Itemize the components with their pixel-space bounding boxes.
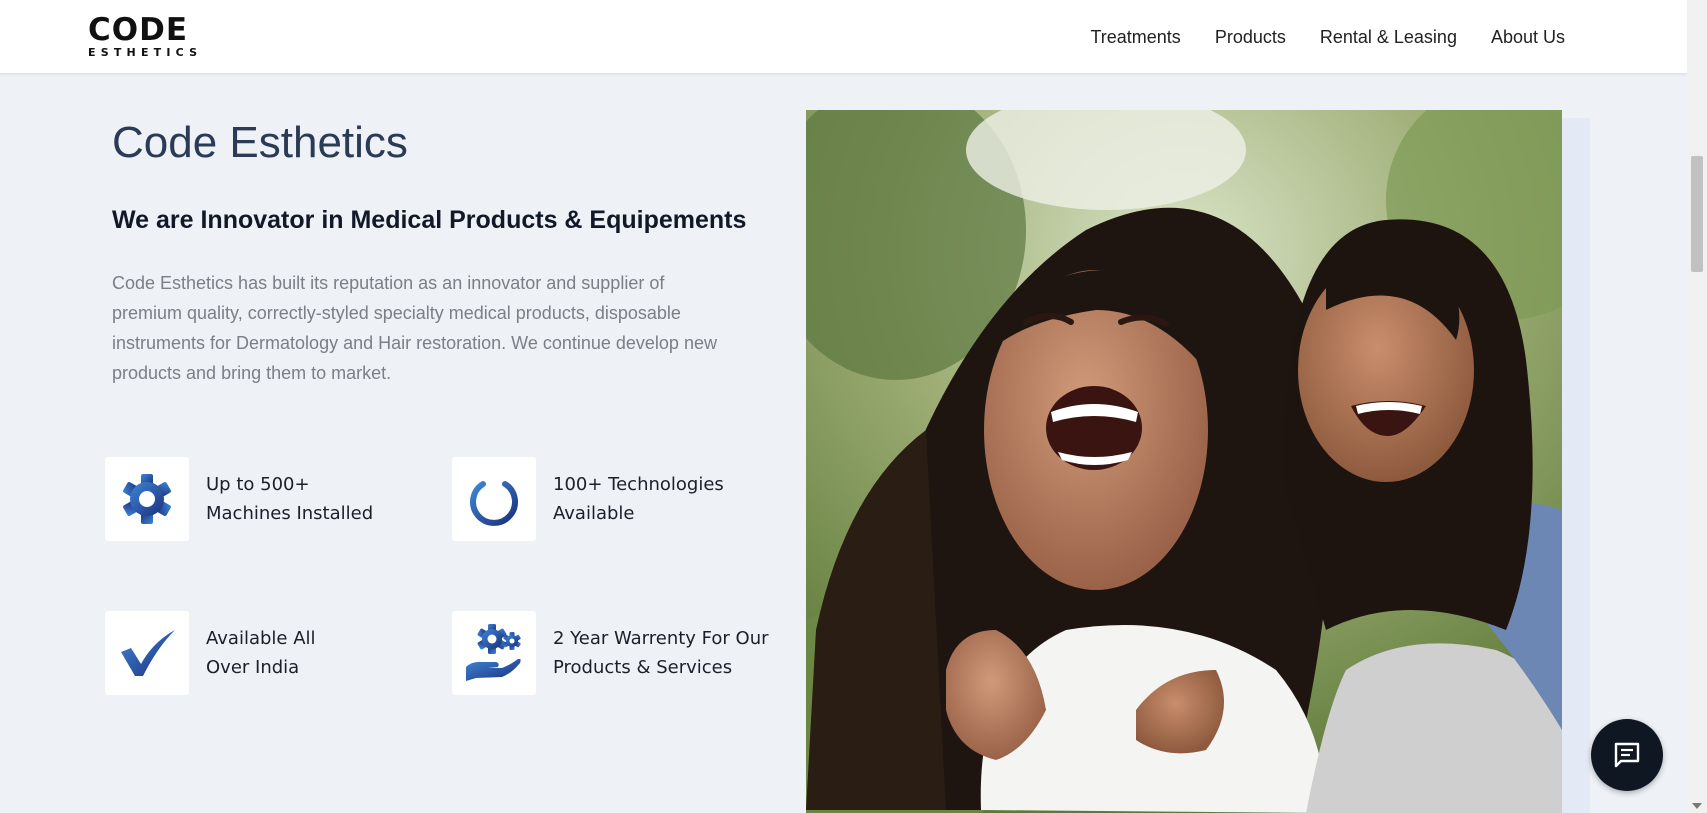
power-icon — [470, 472, 518, 526]
nav-rental-leasing[interactable]: Rental & Leasing — [1320, 26, 1457, 48]
scroll-down-arrow-icon[interactable] — [1692, 803, 1702, 809]
main-nav: Treatments Products Rental & Leasing Abo… — [1090, 26, 1565, 48]
logo-main-text: CODE — [88, 12, 189, 48]
page: CODE ESTHETICS Treatments Products Renta… — [0, 0, 1687, 813]
feature-line1: 2 Year Warrenty For Our — [553, 628, 769, 649]
page-title: Code Esthetics — [112, 118, 408, 167]
feature-technologies: 100+ Technologies Available — [452, 457, 724, 541]
feature-line1: Up to 500+ — [206, 474, 310, 495]
feature-text: Available All Over India — [206, 624, 316, 682]
feature-text: 100+ Technologies Available — [553, 470, 724, 528]
feature-warranty: 2 Year Warrenty For Our Products & Servi… — [452, 611, 769, 695]
feature-text: 2 Year Warrenty For Our Products & Servi… — [553, 624, 769, 682]
feature-icon-box — [452, 611, 536, 695]
gear-icon — [123, 474, 171, 524]
nav-treatments[interactable]: Treatments — [1090, 26, 1180, 48]
nav-about-us[interactable]: About Us — [1491, 26, 1565, 48]
feature-line2: Available — [553, 503, 635, 524]
feature-icon-box — [452, 457, 536, 541]
scrollbar-thumb[interactable] — [1691, 156, 1703, 272]
site-header: CODE ESTHETICS Treatments Products Renta… — [0, 0, 1687, 74]
checkmark-icon — [121, 630, 175, 676]
company-description: Code Esthetics has built its reputation … — [112, 273, 717, 383]
feature-icon-box — [105, 457, 189, 541]
feature-line2: Products & Services — [553, 657, 733, 678]
logo-sub-text: ESTHETICS — [88, 46, 203, 59]
chat-icon — [1614, 742, 1640, 768]
feature-available-india: Available All Over India — [105, 611, 316, 695]
section-subtitle: We are Innovator in Medical Products & E… — [112, 206, 747, 234]
feature-text: Up to 500+ Machines Installed — [206, 470, 373, 528]
feature-machines-installed: Up to 500+ Machines Installed — [105, 457, 373, 541]
hero-photo — [806, 110, 1562, 813]
nav-products[interactable]: Products — [1215, 26, 1286, 48]
logo[interactable]: CODE ESTHETICS — [88, 12, 204, 59]
chat-button[interactable] — [1591, 719, 1663, 791]
feature-line2: Over India — [206, 657, 300, 678]
feature-icon-box — [105, 611, 189, 695]
feature-line2: Machines Installed — [206, 503, 374, 524]
feature-line1: 100+ Technologies — [553, 474, 724, 495]
page-scrollbar[interactable] — [1687, 0, 1707, 813]
hand-gears-icon — [466, 624, 521, 681]
photo-illustration — [806, 110, 1562, 813]
feature-line1: Available All — [206, 628, 316, 649]
